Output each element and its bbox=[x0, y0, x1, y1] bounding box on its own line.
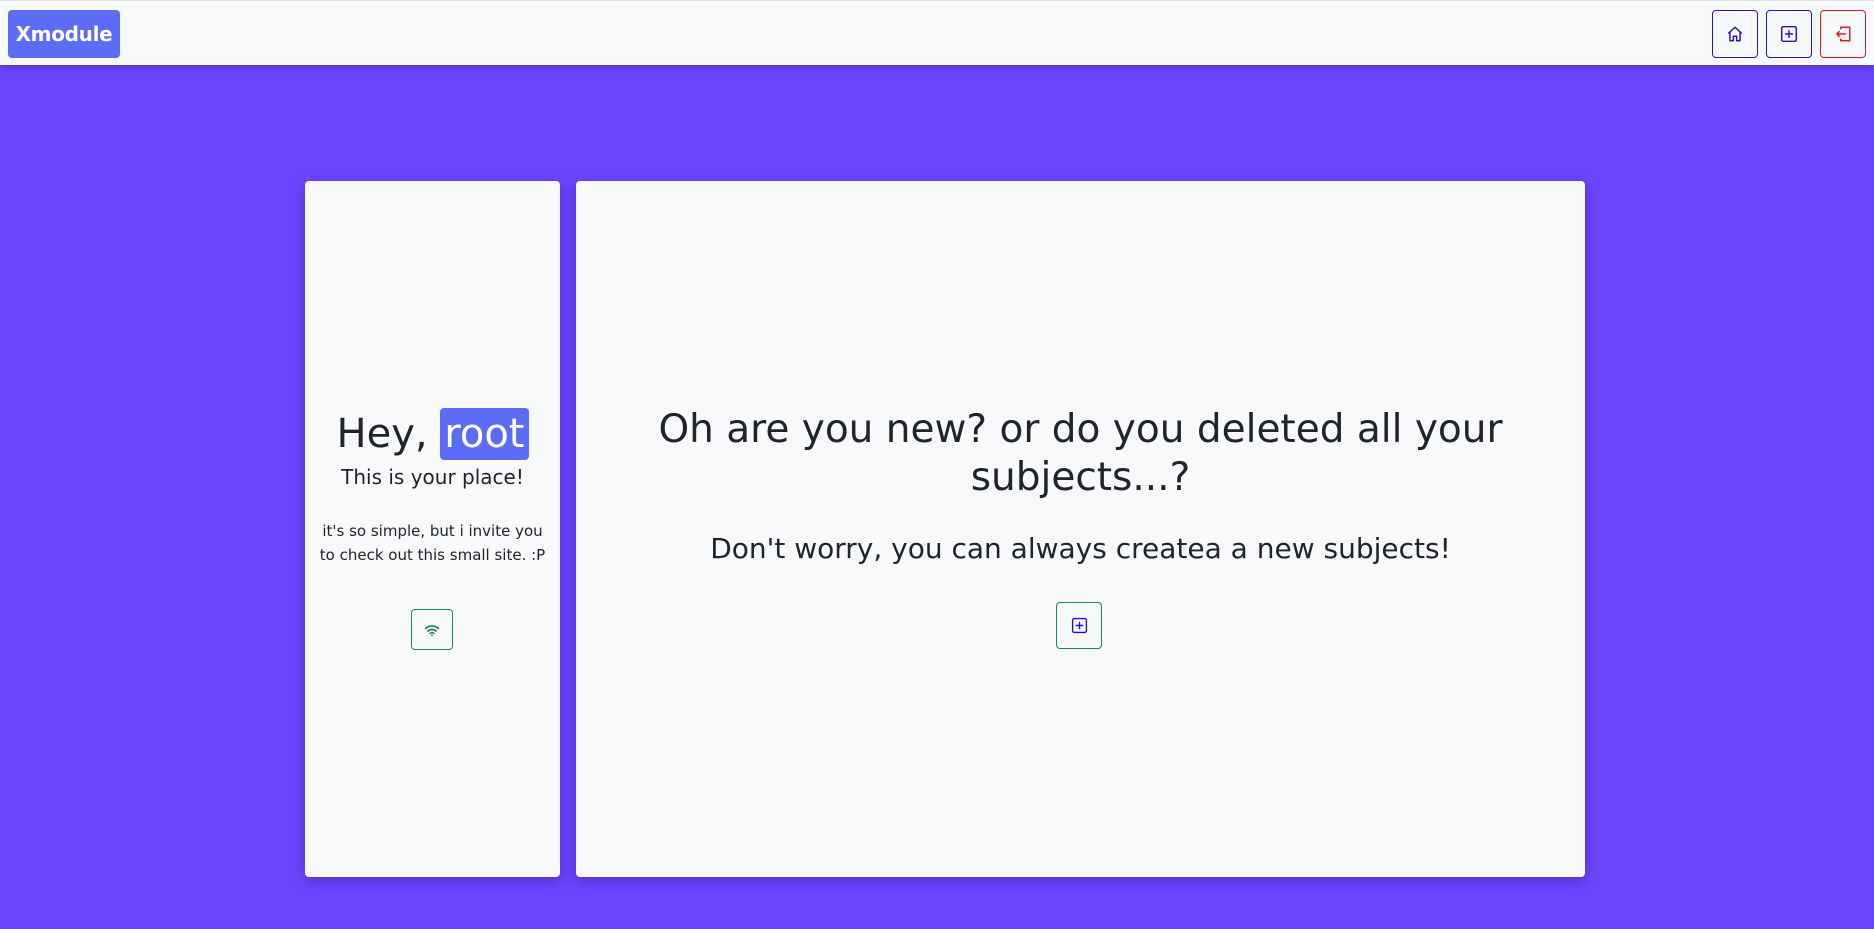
profile-description: it's so simple, but i invite you to chec… bbox=[319, 522, 546, 564]
username-badge: root bbox=[440, 408, 529, 460]
create-subject-button[interactable] bbox=[1056, 602, 1102, 649]
plus-square-icon bbox=[1780, 25, 1798, 43]
plus-square-icon bbox=[1071, 617, 1087, 634]
brand-logo-button[interactable]: Xmodule bbox=[8, 10, 120, 58]
subjects-card: Oh are you new? or do you deleted all yo… bbox=[576, 181, 1585, 877]
empty-state-message: Don't worry, you can always createa a ne… bbox=[710, 532, 1451, 565]
logout-button[interactable] bbox=[1820, 10, 1866, 58]
home-button[interactable] bbox=[1712, 10, 1758, 58]
top-navbar: Xmodule bbox=[0, 0, 1874, 65]
wifi-icon bbox=[424, 624, 440, 636]
profile-card: Hey, root This is your place! it's so si… bbox=[305, 181, 560, 877]
add-subject-nav-button[interactable] bbox=[1766, 10, 1812, 58]
profile-tagline: This is your place! bbox=[341, 465, 524, 489]
empty-state-headline: Oh are you new? or do you deleted all yo… bbox=[658, 407, 1503, 500]
box-arrow-left-icon bbox=[1836, 26, 1851, 42]
greeting-prefix: Hey, bbox=[336, 411, 428, 457]
house-icon bbox=[1727, 26, 1743, 42]
greeting-heading: Hey, root bbox=[305, 407, 560, 461]
wifi-button[interactable] bbox=[411, 609, 453, 650]
